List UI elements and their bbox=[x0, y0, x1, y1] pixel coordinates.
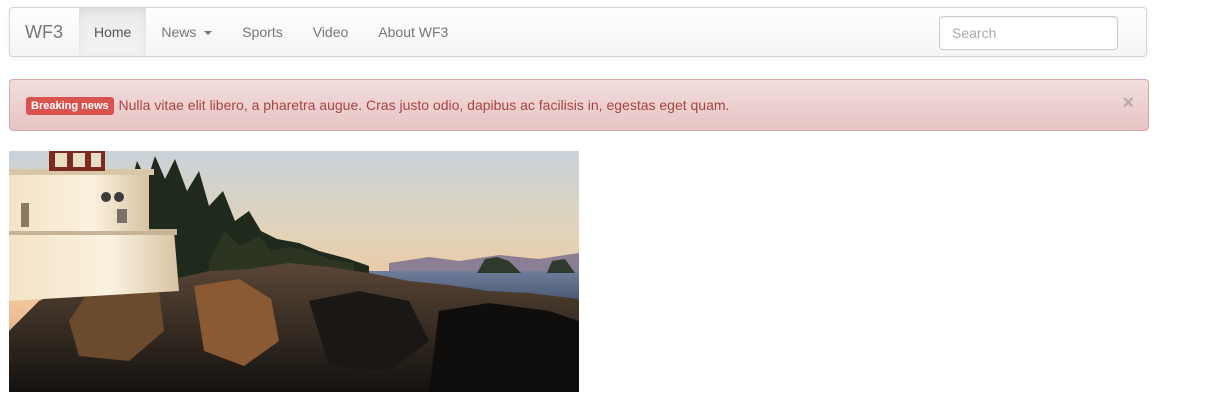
nav-item-about[interactable]: About WF3 bbox=[363, 8, 463, 56]
caret-down-icon bbox=[204, 31, 213, 36]
nav-item-label: Home bbox=[94, 24, 132, 40]
lighthouse-photo bbox=[9, 151, 579, 392]
close-icon[interactable]: × bbox=[1122, 80, 1134, 126]
nav-item-label: Sports bbox=[242, 24, 283, 40]
nav-item-label: Video bbox=[312, 24, 349, 40]
nav-item-sports[interactable]: Sports bbox=[227, 8, 297, 56]
nav-item-home[interactable]: Home bbox=[79, 8, 147, 56]
navbar: WF3 Home News Sports Video About WF3 bbox=[9, 7, 1147, 57]
navbar-brand[interactable]: WF3 bbox=[10, 8, 78, 56]
breaking-news-badge: Breaking news bbox=[26, 97, 114, 115]
nav-item-label: News bbox=[161, 24, 197, 40]
alert-message: Nulla vitae elit libero, a pharetra augu… bbox=[118, 97, 730, 113]
nav-item-video[interactable]: Video bbox=[298, 8, 364, 56]
hero-image bbox=[9, 151, 579, 392]
breaking-news-alert: Breaking news Nulla vitae elit libero, a… bbox=[9, 79, 1149, 131]
search-input[interactable] bbox=[939, 16, 1118, 50]
nav-item-news[interactable]: News bbox=[146, 8, 227, 56]
nav-item-label: About WF3 bbox=[378, 24, 449, 40]
nav-menu: Home News Sports Video About WF3 bbox=[79, 8, 463, 56]
